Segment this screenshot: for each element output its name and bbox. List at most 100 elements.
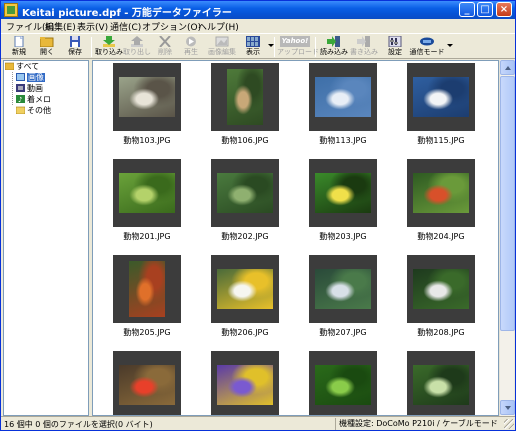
- play-button[interactable]: 再生: [177, 35, 205, 59]
- scroll-up-arrow-icon: [505, 66, 511, 70]
- thumbnail-caption: 動物208.JPG: [417, 328, 465, 337]
- scroll-down-arrow-icon: [505, 406, 511, 410]
- thumbnail-item[interactable]: 動物202.JPG: [205, 159, 285, 243]
- thumbnail-frame: [113, 63, 181, 131]
- tree-connector: [12, 72, 13, 105]
- menu-view[interactable]: 表示(V): [77, 20, 108, 33]
- save-disk-icon: [70, 36, 80, 47]
- movie-category-icon: [16, 84, 25, 92]
- thumbnail-frame: [407, 351, 475, 415]
- write-button[interactable]: 書き込み: [349, 35, 379, 59]
- thumbnail-caption: 動物103.JPG: [123, 136, 171, 145]
- play-icon: [186, 36, 196, 47]
- tree-item-all[interactable]: すべて: [5, 61, 39, 72]
- thumbnail-item[interactable]: 動物201.JPG: [107, 159, 187, 243]
- thumbnail-caption: 動物115.JPG: [417, 136, 465, 145]
- thumbnail-pane: 動物103.JPG 動物106.JPG 動物113.JPG 動物115.JPG 動物20…: [92, 60, 499, 416]
- scroll-thumb[interactable]: [500, 76, 515, 331]
- device-status: 機種設定: DoCoMo P210i / ケーブルモード(USB): [335, 418, 497, 430]
- view-grid-icon: [246, 36, 260, 47]
- minimize-button[interactable]: _: [459, 2, 475, 17]
- ringtone-category-icon: ♪: [16, 95, 25, 103]
- image-category-icon: [16, 73, 25, 81]
- menu-edit[interactable]: 編集(E): [45, 20, 76, 33]
- thumbnail-image: [315, 269, 371, 309]
- thumbnail-image: [217, 269, 273, 309]
- thumbnail-item[interactable]: 動物106.JPG: [205, 63, 285, 147]
- title-bar[interactable]: Keitai picture.dpf - 万能データファイラー _ □ ×: [1, 1, 515, 19]
- thumbnail-image: [217, 173, 273, 213]
- open-button[interactable]: 開く: [33, 35, 61, 59]
- thumbnail-item[interactable]: 動物208.JPG: [401, 255, 481, 339]
- thumbnail-item[interactable]: 動物204.JPG: [401, 159, 481, 243]
- view-button[interactable]: 表示: [239, 35, 267, 59]
- thumbnail-item[interactable]: [303, 351, 383, 415]
- tree-item-movies[interactable]: 動画: [16, 83, 43, 94]
- thumbnail-image: [413, 269, 469, 309]
- read-device-icon: [327, 36, 340, 47]
- tree-item-other[interactable]: その他: [16, 105, 51, 116]
- tree-item-ringtones[interactable]: ♪ 着メロ: [16, 94, 51, 105]
- read-button[interactable]: 読み込み: [319, 35, 349, 59]
- toolbar: 新規 開く 保存 取り込み 取り出し 削除 再生 画像編集 表示 Yahoo! …: [1, 33, 515, 59]
- thumbnail-item[interactable]: 動物207.JPG: [303, 255, 383, 339]
- save-button[interactable]: 保存: [61, 35, 89, 59]
- thumbnail-caption: 動物203.JPG: [319, 232, 367, 241]
- thumbnail-image: [119, 77, 175, 117]
- thumbnail-caption: 動物113.JPG: [319, 136, 367, 145]
- thumbnail-frame: [309, 159, 377, 227]
- upload-button[interactable]: Yahoo! アップロード: [277, 35, 319, 59]
- window-title: Keitai picture.dpf - 万能データファイラー: [22, 8, 232, 19]
- settings-icon: [388, 36, 402, 47]
- thumbnail-image: [315, 173, 371, 213]
- thumbnail-caption: 動物106.JPG: [221, 136, 269, 145]
- close-button[interactable]: ×: [496, 2, 512, 17]
- app-icon: [4, 3, 18, 17]
- thumbnail-image: [315, 365, 371, 405]
- svg-text:♪: ♪: [18, 96, 22, 103]
- settings-button[interactable]: 設定: [381, 35, 409, 59]
- menu-comm[interactable]: 通信(C): [110, 20, 141, 33]
- tree-item-images[interactable]: 画像: [16, 72, 45, 83]
- thumbnail-caption: 動物202.JPG: [221, 232, 269, 241]
- thumbnail-frame: [113, 255, 181, 323]
- toolbar-separator: [91, 37, 92, 57]
- menu-bar: ファイル(F) 編集(E) 表示(V) 通信(C) オプション(O) ヘルプ(H…: [1, 19, 515, 33]
- thumbnail-image: [119, 173, 175, 213]
- import-button[interactable]: 取り込み: [95, 35, 123, 59]
- image-edit-button[interactable]: 画像編集: [205, 35, 239, 59]
- thumbnail-frame: [309, 63, 377, 131]
- thumbnail-item[interactable]: [401, 351, 481, 415]
- thumbnail-item[interactable]: 動物103.JPG: [107, 63, 187, 147]
- thumbnail-item[interactable]: 動物203.JPG: [303, 159, 383, 243]
- thumbnail-item[interactable]: 動物205.JPG: [107, 255, 187, 339]
- scroll-up-button[interactable]: [500, 60, 515, 75]
- export-arrow-icon: [131, 36, 143, 47]
- comm-mode-button[interactable]: 通信モード: [409, 35, 445, 59]
- app-window: Keitai picture.dpf - 万能データファイラー _ □ × ファ…: [0, 0, 516, 431]
- toolbar-separator: [274, 37, 275, 57]
- thumbnail-item[interactable]: 動物206.JPG: [205, 255, 285, 339]
- import-arrow-icon: [103, 36, 115, 47]
- thumbnail-frame: [309, 255, 377, 323]
- menu-help[interactable]: ヘルプ(H): [198, 20, 239, 33]
- export-button[interactable]: 取り出し: [123, 35, 151, 59]
- thumbnail-frame: [113, 351, 181, 415]
- maximize-button[interactable]: □: [477, 2, 493, 17]
- thumbnail-image: [413, 77, 469, 117]
- status-bar: 16 個中 0 個のファイルを選択(0 バイト) 機種設定: DoCoMo P2…: [1, 416, 515, 430]
- thumbnail-item[interactable]: [205, 351, 285, 415]
- thumbnail-frame: [407, 255, 475, 323]
- selection-status: 16 個中 0 個のファイルを選択(0 バイト): [4, 420, 153, 429]
- comm-mode-dropdown-arrow[interactable]: [447, 44, 453, 47]
- delete-button[interactable]: 削除: [151, 35, 179, 59]
- new-button[interactable]: 新規: [5, 35, 33, 59]
- thumbnail-item[interactable]: [107, 351, 187, 415]
- vertical-scrollbar[interactable]: [499, 60, 515, 416]
- thumbnail-image: [217, 365, 273, 405]
- menu-options[interactable]: オプション(O): [142, 20, 201, 33]
- resize-grip[interactable]: [504, 419, 514, 429]
- scroll-down-button[interactable]: [500, 400, 515, 415]
- thumbnail-item[interactable]: 動物113.JPG: [303, 63, 383, 147]
- thumbnail-item[interactable]: 動物115.JPG: [401, 63, 481, 147]
